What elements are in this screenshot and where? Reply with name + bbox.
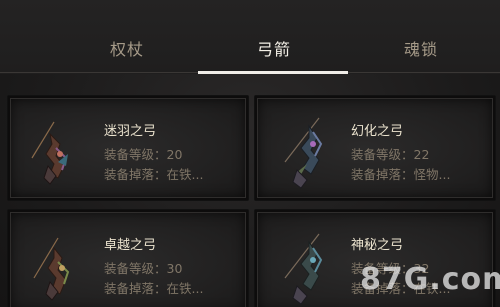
item-name: 迷羽之弓 bbox=[104, 124, 157, 139]
equip-level-label: 装备等级： bbox=[351, 147, 414, 162]
equip-level-label: 装备等级： bbox=[351, 261, 414, 276]
item-drop-row: 装备掉落：在铁... bbox=[351, 278, 450, 297]
bow-icon bbox=[33, 237, 70, 301]
bow-icon bbox=[284, 117, 323, 189]
item-drop-row: 装备掉落：在铁... bbox=[104, 164, 203, 183]
equip-level-label: 装备等级： bbox=[104, 261, 167, 276]
drop-value: 在铁... bbox=[166, 167, 204, 182]
equip-level-value: 22 bbox=[413, 147, 430, 162]
item-name: 卓越之弓 bbox=[104, 238, 157, 253]
game-screen: 权杖 弓箭 魂锁 迷羽之弓 装备等级：20 装备掉落：在铁... 幻化之弓 装备… bbox=[0, 0, 500, 307]
item-card-1[interactable]: 迷羽之弓 装备等级：20 装备掉落：在铁... bbox=[7, 95, 249, 201]
item-level-row: 装备等级：30 bbox=[104, 258, 182, 277]
drop-value: 怪物... bbox=[413, 167, 451, 182]
drop-label: 装备掉落： bbox=[351, 281, 414, 296]
equip-level-value: 32 bbox=[413, 261, 430, 276]
tab-scepter[interactable]: 权杖 bbox=[110, 36, 144, 60]
bow-icon bbox=[284, 233, 323, 305]
equip-level-value: 30 bbox=[166, 261, 183, 276]
weapon-tab-bar: 权杖 弓箭 魂锁 bbox=[0, 0, 500, 74]
drop-value: 在铁... bbox=[166, 281, 204, 296]
drop-label: 装备掉落： bbox=[351, 167, 414, 182]
bow-icon bbox=[31, 121, 68, 185]
equip-level-value: 20 bbox=[166, 147, 183, 162]
item-card-3[interactable]: 卓越之弓 装备等级：30 装备掉落：在铁... bbox=[7, 209, 249, 307]
active-tab-indicator bbox=[198, 71, 348, 74]
item-drop-row: 装备掉落：在铁... bbox=[104, 278, 203, 297]
item-drop-row: 装备掉落：怪物... bbox=[351, 164, 450, 183]
item-card-4[interactable]: 神秘之弓 装备等级：32 装备掉落：在铁... bbox=[254, 209, 496, 307]
item-level-row: 装备等级：32 bbox=[351, 258, 429, 277]
item-name: 神秘之弓 bbox=[351, 238, 404, 253]
item-card-2[interactable]: 幻化之弓 装备等级：22 装备掉落：怪物... bbox=[254, 95, 496, 201]
item-name: 幻化之弓 bbox=[351, 124, 404, 139]
tab-soul-chain[interactable]: 魂锁 bbox=[404, 36, 438, 60]
drop-label: 装备掉落： bbox=[104, 167, 167, 182]
item-level-row: 装备等级：22 bbox=[351, 144, 429, 163]
drop-label: 装备掉落： bbox=[104, 281, 167, 296]
drop-value: 在铁... bbox=[413, 281, 451, 296]
equip-level-label: 装备等级： bbox=[104, 147, 167, 162]
tab-bow[interactable]: 弓箭 bbox=[257, 36, 291, 60]
item-level-row: 装备等级：20 bbox=[104, 144, 182, 163]
